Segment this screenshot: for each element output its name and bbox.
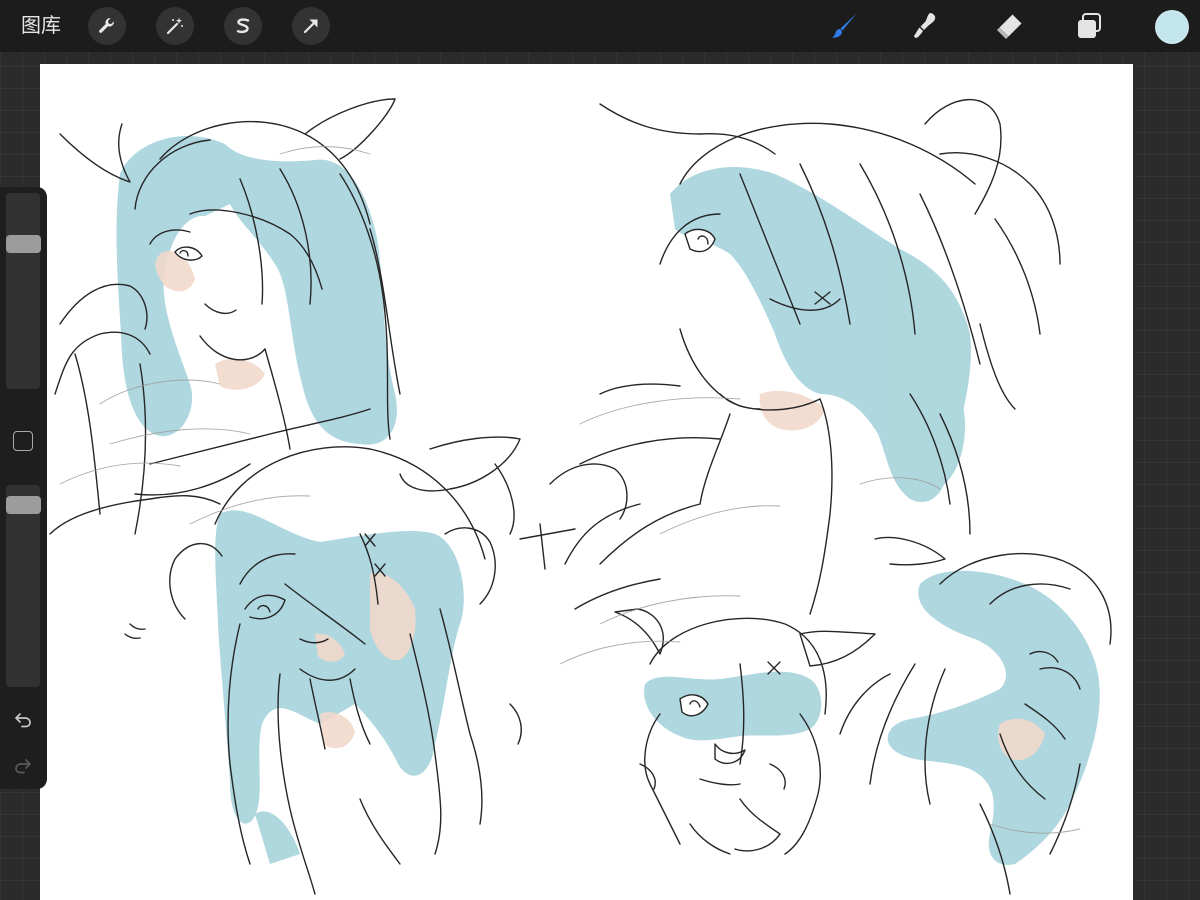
brush-size-slider[interactable] bbox=[6, 193, 40, 389]
undo-icon bbox=[15, 713, 31, 728]
sketch-artwork bbox=[49, 98, 1112, 895]
modify-button[interactable] bbox=[13, 431, 33, 451]
adjustments-magic-button[interactable] bbox=[156, 7, 194, 45]
undo-button[interactable] bbox=[11, 707, 35, 731]
magic-wand-icon bbox=[166, 17, 183, 35]
current-color-swatch[interactable] bbox=[1155, 10, 1189, 44]
sketch-blue-color-fill bbox=[116, 135, 1100, 865]
eraser-tool-button[interactable] bbox=[990, 7, 1028, 45]
drawing-canvas[interactable] bbox=[40, 64, 1133, 900]
smudge-tool-button[interactable] bbox=[906, 7, 944, 45]
brush-opacity-slider-thumb[interactable] bbox=[6, 496, 41, 514]
left-sidebar bbox=[0, 187, 47, 789]
smudge-icon bbox=[914, 13, 936, 38]
layers-icon bbox=[1078, 13, 1101, 38]
brush-size-slider-thumb[interactable] bbox=[6, 235, 41, 254]
wrench-icon bbox=[99, 18, 114, 33]
brush-opacity-slider[interactable] bbox=[6, 485, 40, 687]
layers-button[interactable] bbox=[1070, 7, 1108, 45]
transform-button[interactable] bbox=[292, 7, 330, 45]
top-toolbar: 图库 bbox=[0, 0, 1200, 52]
gallery-button[interactable]: 图库 bbox=[21, 13, 61, 39]
brush-icon bbox=[832, 13, 857, 38]
redo-icon bbox=[15, 759, 31, 774]
selection-s-icon bbox=[236, 18, 250, 34]
brush-tool-button[interactable] bbox=[826, 7, 864, 45]
cursor-arrow-icon bbox=[303, 19, 318, 34]
sketch-line-art bbox=[49, 98, 1112, 895]
redo-button[interactable] bbox=[11, 753, 35, 777]
selection-button[interactable] bbox=[224, 7, 262, 45]
eraser-icon bbox=[997, 14, 1022, 39]
adjustments-wrench-button[interactable] bbox=[88, 7, 126, 45]
